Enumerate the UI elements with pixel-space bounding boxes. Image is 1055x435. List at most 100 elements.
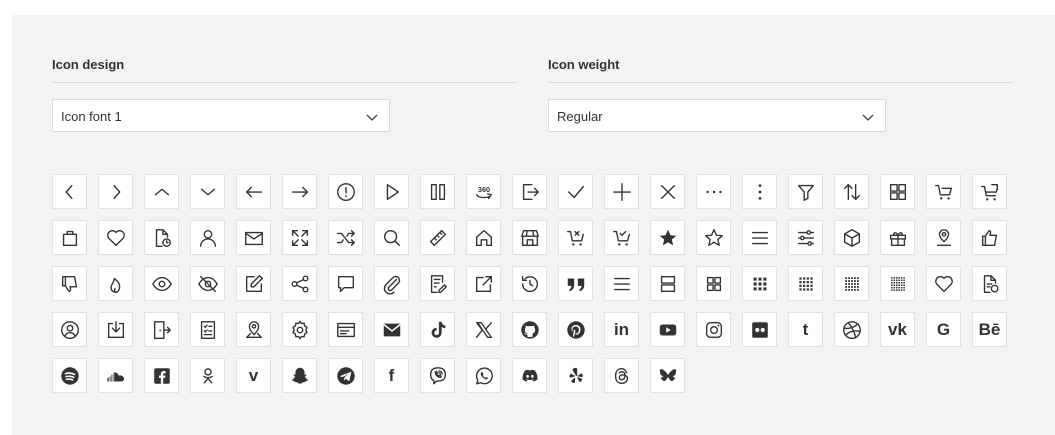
icon-tile[interactable] [558,358,593,393]
icon-tile[interactable] [880,266,915,301]
icon-tile[interactable] [236,220,271,255]
icon-tile[interactable] [466,220,501,255]
icon-tile[interactable] [604,358,639,393]
icon-tile[interactable] [328,358,363,393]
icon-weight-select[interactable]: Regular [548,99,886,132]
icon-tile[interactable] [650,220,685,255]
icon-tile[interactable] [420,266,455,301]
icon-tile[interactable] [236,312,271,347]
icon-tile[interactable] [420,174,455,209]
icon-tile[interactable]: in [604,312,639,347]
icon-tile[interactable] [420,220,455,255]
icon-tile[interactable] [466,358,501,393]
icon-tile[interactable] [190,174,225,209]
icon-tile[interactable] [650,312,685,347]
icon-tile[interactable] [834,220,869,255]
icon-tile[interactable] [282,266,317,301]
icon-tile[interactable] [144,312,179,347]
icon-tile[interactable] [742,220,777,255]
icon-tile[interactable] [466,266,501,301]
icon-tile[interactable] [144,220,179,255]
icon-tile[interactable] [788,266,823,301]
icon-tile[interactable] [880,174,915,209]
icon-tile[interactable] [236,174,271,209]
icon-tile[interactable] [696,174,731,209]
icon-tile[interactable] [374,174,409,209]
icon-tile[interactable] [742,266,777,301]
icon-tile[interactable] [742,312,777,347]
icon-tile[interactable] [144,174,179,209]
icon-tile[interactable] [834,266,869,301]
icon-tile[interactable] [650,358,685,393]
icon-tile[interactable] [190,266,225,301]
icon-tile[interactable] [98,358,133,393]
icon-tile[interactable]: vk [880,312,915,347]
icon-tile[interactable] [52,174,87,209]
icon-tile[interactable] [604,220,639,255]
icon-tile[interactable] [558,312,593,347]
icon-tile[interactable] [558,266,593,301]
icon-tile[interactable] [98,174,133,209]
icon-tile[interactable] [558,174,593,209]
icon-tile[interactable] [696,220,731,255]
icon-tile[interactable]: t [788,312,823,347]
icon-tile[interactable] [328,174,363,209]
icon-tile[interactable] [190,358,225,393]
icon-tile[interactable] [282,358,317,393]
icon-tile[interactable] [328,266,363,301]
icon-tile[interactable]: G [926,312,961,347]
icon-tile[interactable] [52,220,87,255]
icon-tile[interactable] [374,266,409,301]
icon-tile[interactable] [52,358,87,393]
icon-tile[interactable] [144,358,179,393]
icon-tile[interactable] [972,174,1007,209]
icon-tile[interactable] [282,312,317,347]
icon-tile[interactable] [926,266,961,301]
icon-tile[interactable] [512,266,547,301]
icon-tile[interactable] [972,220,1007,255]
icon-tile[interactable] [374,220,409,255]
icon-tile[interactable] [604,266,639,301]
icon-tile[interactable] [98,220,133,255]
icon-tile[interactable] [650,174,685,209]
icon-tile[interactable] [696,266,731,301]
icon-tile[interactable] [650,266,685,301]
icon-tile[interactable] [512,174,547,209]
icon-tile[interactable] [98,266,133,301]
icon-tile[interactable] [52,266,87,301]
icon-tile[interactable] [374,312,409,347]
icon-tile[interactable] [512,312,547,347]
icon-tile[interactable] [190,220,225,255]
icon-tile[interactable] [420,312,455,347]
icon-design-select[interactable]: Icon font 1 [52,99,390,132]
icon-tile[interactable] [742,174,777,209]
icon-tile[interactable] [282,174,317,209]
icon-tile[interactable] [788,174,823,209]
icon-tile[interactable]: 360 [466,174,501,209]
icon-tile[interactable] [98,312,133,347]
icon-tile[interactable]: v [236,358,271,393]
icon-tile[interactable] [512,220,547,255]
icon-tile[interactable] [144,266,179,301]
icon-tile[interactable] [834,312,869,347]
icon-tile[interactable] [282,220,317,255]
icon-tile[interactable] [788,220,823,255]
icon-tile[interactable] [512,358,547,393]
icon-tile[interactable] [696,312,731,347]
icon-tile[interactable]: Bē [972,312,1007,347]
icon-tile[interactable] [466,312,501,347]
icon-tile[interactable] [52,312,87,347]
icon-tile[interactable] [328,312,363,347]
icon-tile[interactable] [604,174,639,209]
icon-tile[interactable] [328,220,363,255]
icon-tile[interactable] [834,174,869,209]
icon-tile[interactable] [880,220,915,255]
icon-tile[interactable] [926,220,961,255]
icon-tile[interactable]: f [374,358,409,393]
icon-tile[interactable] [926,174,961,209]
icon-tile[interactable] [558,220,593,255]
icon-tile[interactable] [972,266,1007,301]
icon-tile[interactable] [236,266,271,301]
icon-tile[interactable] [420,358,455,393]
icon-tile[interactable] [190,312,225,347]
